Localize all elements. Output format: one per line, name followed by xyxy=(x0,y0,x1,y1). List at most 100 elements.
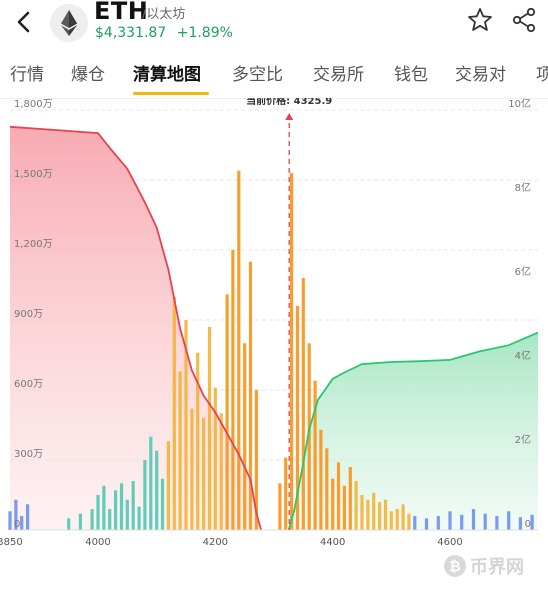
liquidation-bar xyxy=(471,509,476,530)
y-left-tick-label: 900万 xyxy=(14,309,43,320)
liquidation-bar xyxy=(284,457,288,530)
y-right-tick-label: 6亿 xyxy=(515,265,531,278)
liquidation-bar xyxy=(325,448,329,530)
tab-market[interactable]: 行情 xyxy=(10,60,44,85)
share-button[interactable] xyxy=(510,6,538,38)
tab-more[interactable]: 项 xyxy=(536,60,548,85)
liquidation-bar xyxy=(190,408,194,530)
liquidation-bar xyxy=(319,429,323,530)
liquidation-bar xyxy=(172,296,176,530)
liquidation-bar xyxy=(436,516,440,530)
liquidation-bar xyxy=(131,481,135,530)
x-tick-label: 4000 xyxy=(85,537,110,548)
liquidation-bar xyxy=(460,514,464,530)
liquidation-bar xyxy=(125,499,129,530)
liquidation-bar xyxy=(202,418,206,530)
y-right-tick-label: 4亿 xyxy=(515,349,531,362)
y-left-tick-label: 300万 xyxy=(14,449,43,460)
current-price-label: 当前价格: 4325.9 xyxy=(246,98,332,107)
liquidation-bar xyxy=(160,478,165,530)
liquidation-bar xyxy=(290,173,294,530)
tab-bar: 行情 爆仓 清算地图 多空比 交易所 钱包 交易对 项 xyxy=(0,48,548,99)
liquidation-bar xyxy=(114,490,118,530)
liquidation-bar xyxy=(401,504,405,530)
chevron-left-icon xyxy=(17,11,30,33)
back-button[interactable] xyxy=(12,8,36,36)
liquidation-bar xyxy=(207,327,212,530)
y-left-tick-label: 0 xyxy=(14,519,20,530)
liquidation-bar xyxy=(20,516,24,530)
liquidation-bar xyxy=(372,492,376,530)
ethereum-icon xyxy=(50,4,88,42)
liquidation-bar xyxy=(67,518,71,530)
svg-text:₿: ₿ xyxy=(449,559,460,575)
tab-exchanges[interactable]: 交易所 xyxy=(313,60,364,85)
y-right-tick-label: 2亿 xyxy=(515,433,531,446)
liquidation-bar xyxy=(378,502,382,530)
y-left-tick-label: 600万 xyxy=(14,379,43,390)
liquidation-bar xyxy=(166,441,170,530)
liquidation-bar xyxy=(119,483,124,530)
watermark: ₿ 币界网 xyxy=(444,555,524,578)
coin-header: ETH /以太坊 $4,331.87 +1.89% xyxy=(0,0,548,48)
liquidation-bar xyxy=(90,509,94,530)
price-ticker: $4,331.87 +1.89% xyxy=(95,25,233,41)
liquidation-bar xyxy=(155,450,159,530)
liquidation-bar xyxy=(78,513,82,530)
coin-name: /以太坊 xyxy=(142,7,186,22)
tab-liquidations[interactable]: 爆仓 xyxy=(71,60,105,85)
liquidation-bar xyxy=(495,516,499,530)
y-left-tick-label: 1,800万 xyxy=(14,99,53,110)
liquidation-bar xyxy=(424,518,429,530)
y-right-tick-label: 8亿 xyxy=(515,181,531,194)
liquidation-bar xyxy=(383,499,388,530)
price-change: +1.89% xyxy=(176,25,233,41)
tab-liquidation-map[interactable]: 清算地图 xyxy=(133,60,201,85)
liquidation-bar xyxy=(143,460,147,530)
cumulative-areas xyxy=(10,126,538,531)
liquidation-bar xyxy=(348,467,352,530)
star-outline-icon xyxy=(468,8,492,31)
y-left-tick-label: 1,200万 xyxy=(14,239,53,250)
liquidation-bar xyxy=(342,485,346,530)
share-icon xyxy=(512,7,536,33)
liquidation-bar xyxy=(231,250,235,530)
y-right-tick-label: 0 xyxy=(525,519,531,530)
liquidation-bar xyxy=(237,170,241,530)
liquidation-bar xyxy=(278,483,282,530)
tab-trading-pairs[interactable]: 交易对 xyxy=(455,60,506,85)
coin-symbol: ETH xyxy=(94,0,149,25)
x-tick-label: 4200 xyxy=(203,537,228,548)
x-tick-label: 3850 xyxy=(0,537,23,548)
liquidation-bar xyxy=(96,495,100,530)
liquidation-map-chart[interactable]: 0 300万 600万 900万 1,200万 1,500万 1,800万 0 2亿 4亿 6亿 8亿… xyxy=(0,98,548,550)
liquidation-bar xyxy=(102,485,106,530)
liquidation-bar xyxy=(149,436,153,530)
current-price-arrow-icon xyxy=(285,113,294,120)
short-liquidation-area xyxy=(10,126,262,531)
tab-long-short-ratio[interactable]: 多空比 xyxy=(232,60,283,85)
liquidation-bar xyxy=(507,511,511,530)
liquidation-bar xyxy=(178,371,182,530)
watermark-text: 币界网 xyxy=(470,557,524,578)
liquidation-bar xyxy=(448,511,452,530)
liquidation-bar xyxy=(395,509,399,530)
bitcoin-coin-icon: ₿ xyxy=(444,555,466,577)
liquidation-bar xyxy=(354,481,358,530)
y-right-tick-label: 10亿 xyxy=(508,98,531,110)
liquidation-bar xyxy=(225,294,229,530)
tab-wallets[interactable]: 钱包 xyxy=(394,60,428,85)
favorite-button[interactable] xyxy=(466,6,494,38)
liquidation-bar xyxy=(243,343,247,530)
liquidation-bar xyxy=(108,509,112,530)
liquidation-bar xyxy=(360,495,364,530)
liquidation-bar xyxy=(407,513,411,530)
x-tick-label: 4600 xyxy=(437,537,462,548)
liquidation-bar xyxy=(301,278,305,530)
liquidation-bar xyxy=(336,462,341,530)
liquidation-bar xyxy=(331,478,335,530)
liquidation-bar xyxy=(366,499,370,530)
current-price: $4,331.87 xyxy=(95,25,167,41)
liquidation-bar xyxy=(483,513,487,530)
liquidation-bar xyxy=(213,387,217,530)
